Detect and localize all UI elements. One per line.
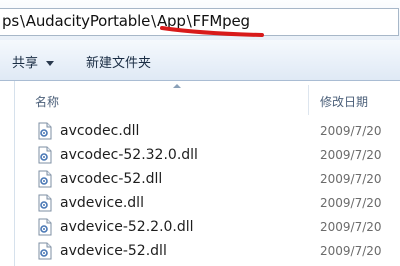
dll-file-icon	[38, 170, 52, 188]
breadcrumb-item[interactable]: ps	[2, 12, 19, 30]
file-name: avdevice-52.dll	[60, 243, 167, 259]
dll-file-icon	[38, 218, 52, 236]
file-name: avcodec-52.dll	[60, 171, 163, 187]
breadcrumb-separator: \	[19, 12, 25, 30]
dll-file-icon	[38, 194, 52, 212]
red-underline-annotation	[160, 26, 264, 37]
column-divider[interactable]	[308, 85, 309, 115]
file-row[interactable]: avdevice-52.dll 2009/7/20	[15, 240, 400, 264]
column-header-name[interactable]: 名称	[35, 93, 59, 110]
file-list: avcodec.dll 2009/7/20 avcodec-52.32.0.dl…	[15, 120, 400, 264]
column-header-row: 名称 修改日期	[15, 81, 400, 115]
dll-file-icon	[38, 242, 52, 260]
file-name: avdevice.dll	[60, 195, 144, 211]
chevron-down-icon	[46, 61, 55, 66]
share-button[interactable]: 共享	[12, 52, 55, 71]
file-row[interactable]: avdevice-52.2.0.dll 2009/7/20	[15, 216, 400, 240]
file-name: avcodec.dll	[60, 123, 140, 139]
file-date: 2009/7/20	[320, 196, 382, 210]
file-row[interactable]: avcodec.dll 2009/7/20	[15, 120, 400, 144]
file-row[interactable]: avdevice.dll 2009/7/20	[15, 192, 400, 216]
file-date: 2009/7/20	[320, 148, 382, 162]
toolbar: 共享 新建文件夹	[0, 40, 400, 81]
share-label: 共享	[12, 56, 39, 71]
breadcrumb-item[interactable]: AudacityPortable	[26, 12, 151, 30]
file-date: 2009/7/20	[320, 220, 382, 234]
column-header-modified[interactable]: 修改日期	[320, 93, 368, 110]
sort-arrow-icon	[173, 84, 181, 88]
new-folder-button[interactable]: 新建文件夹	[86, 52, 151, 71]
explorer-window: ps\AudacityPortable\App\FFMpeg 共享 新建文件夹 …	[0, 0, 400, 266]
file-row[interactable]: avcodec-52.32.0.dll 2009/7/20	[15, 144, 400, 168]
file-name: avdevice-52.2.0.dll	[60, 219, 194, 235]
new-folder-label: 新建文件夹	[86, 56, 152, 71]
breadcrumb-separator: \	[151, 12, 156, 30]
address-bar: ps\AudacityPortable\App\FFMpeg	[0, 0, 400, 41]
file-date: 2009/7/20	[320, 172, 382, 186]
navigation-pane[interactable]	[0, 81, 15, 266]
dll-file-icon	[38, 122, 52, 140]
file-row[interactable]: avcodec-52.dll 2009/7/20	[15, 168, 400, 192]
file-date: 2009/7/20	[320, 124, 382, 138]
dll-file-icon	[38, 146, 52, 164]
file-date: 2009/7/20	[320, 244, 382, 258]
file-name: avcodec-52.32.0.dll	[60, 147, 198, 163]
